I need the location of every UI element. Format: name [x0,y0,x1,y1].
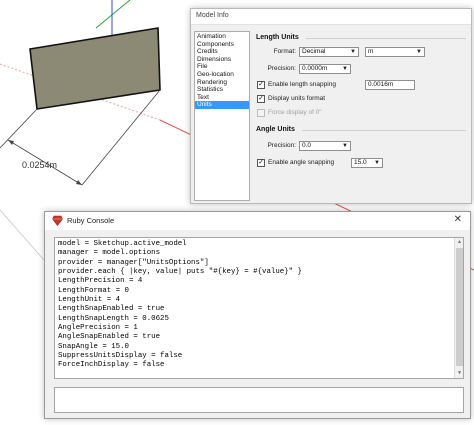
length-precision-label: Precision: [267,65,296,72]
length-units-heading: Length Units [256,34,299,41]
category-file[interactable]: File [195,63,249,71]
console-scrollbar[interactable]: ▲ ▼ [454,238,463,378]
format-label: Format: [273,48,296,55]
category-components[interactable]: Components [195,41,249,49]
scroll-up-icon[interactable]: ▲ [455,238,463,247]
console-line: AnglePrecision = 1 [58,324,138,333]
units-panel: Length Units Format: Decimal ▼ m ▼ Preci… [254,31,469,201]
console-line: SnapAngle = 15.0 [58,342,129,351]
category-credits[interactable]: Credits [195,48,249,56]
category-dimensions[interactable]: Dimensions [195,56,249,64]
close-icon[interactable]: ✕ [454,214,462,226]
enable-length-snapping-checkbox[interactable]: ✓ [257,81,265,89]
scrollbar-thumb[interactable] [456,248,463,366]
console-line: ForceInchDisplay = false [58,361,165,370]
angle-snap-value: 15.0 [354,159,367,166]
model-info-title: Model Info [196,12,229,19]
category-statistics[interactable]: Statistics [195,86,249,94]
category-geo-location[interactable]: Geo-location [195,71,249,79]
format-dropdown[interactable]: Decimal ▼ [299,47,359,57]
unit-dropdown[interactable]: m ▼ [365,47,425,57]
ruby-console-output[interactable]: model = Sketchup.active_model manager = m… [54,237,464,379]
length-precision-value: 0.0000m [302,65,328,72]
category-text[interactable]: Text [195,94,249,102]
display-units-format-label: Display units format [268,95,326,102]
enable-angle-snapping-label: Enable angle snapping [268,159,335,166]
display-units-format-checkbox[interactable]: ✓ [257,95,265,103]
enable-angle-snapping-checkbox[interactable]: ✓ [257,159,265,167]
green-axis [95,0,131,29]
chevron-down-icon: ▼ [374,160,380,166]
console-line: LengthUnit = 4 [58,296,121,305]
console-line: LengthFormat = 0 [58,286,129,295]
scroll-down-icon[interactable]: ▼ [455,369,463,378]
format-value: Decimal [302,48,326,55]
console-line: AngleSnapEnabled = true [58,333,161,342]
console-line: LengthSnapEnabled = true [58,305,165,314]
angle-units-heading: Angle Units [256,126,295,133]
enable-length-snapping-label: Enable length snapping [268,81,336,88]
length-snap-input[interactable]: 0.0016m [365,80,415,90]
guide-line [0,209,45,261]
category-animation[interactable]: Animation [195,33,249,41]
model-info-titlebar[interactable]: Model Info [191,9,471,25]
model-info-category-list[interactable]: Animation Components Credits Dimensions … [194,31,250,201]
console-line: provider.each { |key, value| puts "#{key… [58,268,302,277]
console-line: model = Sketchup.active_model [58,240,187,248]
console-line: manager = model.options [58,249,161,258]
unit-value: m [368,48,374,55]
ruby-console-window: Ruby Console ✕ model = Sketchup.active_m… [44,211,471,419]
angle-precision-value: 0.0 [302,142,312,149]
model-info-dialog: Model Info Animation Components Credits … [190,8,472,204]
dimension-arrow-end [76,180,82,185]
chevron-down-icon: ▼ [350,49,356,55]
dimension-extension-line-2 [81,89,161,186]
console-line: provider = manager["UnitsOptions"] [58,258,209,267]
chevron-down-icon: ▼ [342,143,348,149]
ruby-console-title: Ruby Console [67,216,115,225]
rectangle-face [29,27,161,110]
dimension-extension-line [0,108,38,149]
chevron-down-icon: ▼ [416,49,422,55]
angle-precision-dropdown[interactable]: 0.0 ▼ [299,141,351,151]
console-line: LengthSnapLength = 0.0625 [58,314,169,323]
dimension-arrow-start [8,140,14,145]
ruby-gem-icon [52,215,63,226]
length-units-divider [306,38,466,39]
chevron-down-icon: ▼ [342,66,348,72]
ruby-console-input[interactable] [54,387,464,413]
angle-precision-label: Precision: [267,142,296,149]
console-line: SuppressUnitsDisplay = false [58,352,183,361]
category-rendering[interactable]: Rendering [195,79,249,87]
angle-snap-dropdown[interactable]: 15.0 ▼ [351,158,383,168]
force-display-label: Force display of 0" [268,109,322,116]
length-precision-dropdown[interactable]: 0.0000m ▼ [299,64,351,74]
category-units[interactable]: Units [195,101,249,109]
angle-units-divider [302,130,466,131]
dimension-label: 0.0254m [22,160,58,170]
ruby-console-titlebar[interactable]: Ruby Console ✕ [45,212,470,230]
console-line: LengthPrecision = 4 [58,277,143,286]
force-display-checkbox[interactable] [257,109,265,117]
